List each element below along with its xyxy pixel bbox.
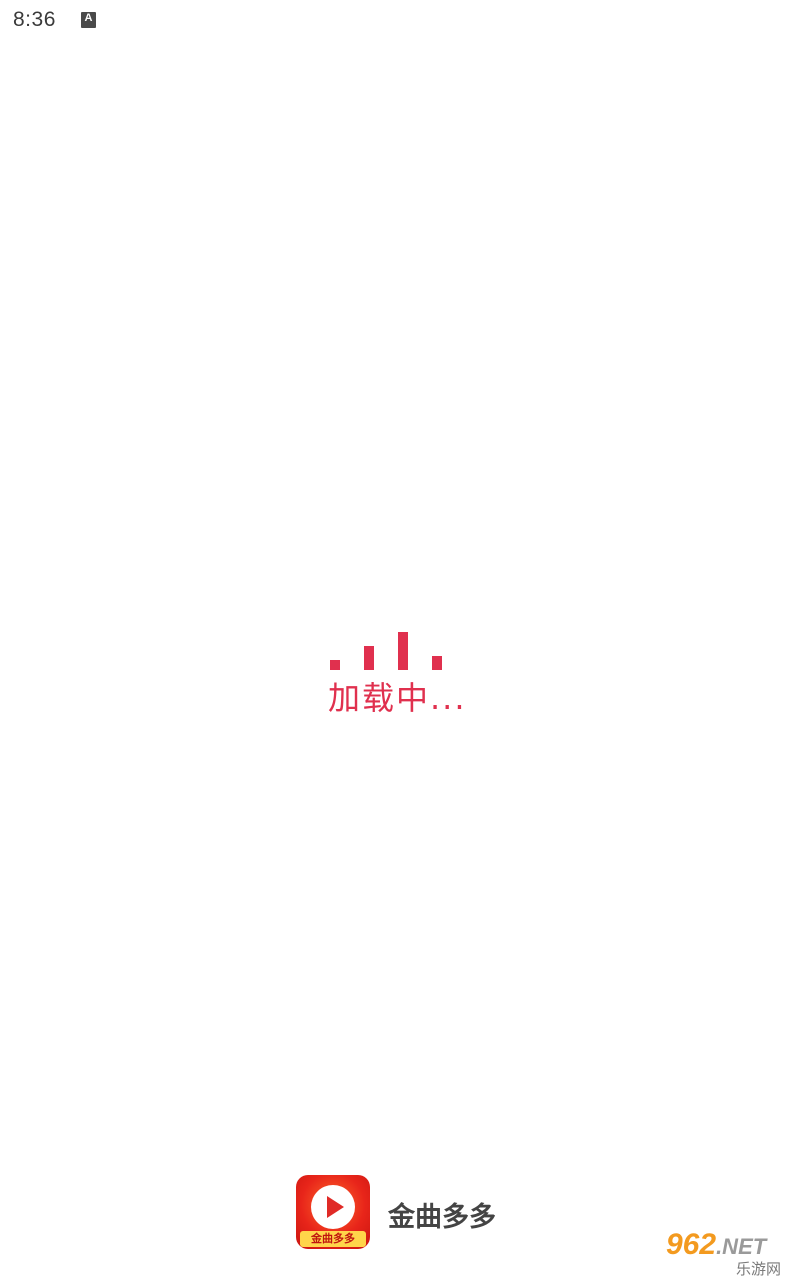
loading-text: 加载中... xyxy=(328,679,467,717)
equalizer-bar xyxy=(398,632,408,670)
equalizer-bars-icon xyxy=(330,620,450,670)
watermark-suffix: .NET xyxy=(716,1234,767,1259)
a-letter-icon: A xyxy=(81,12,96,28)
watermark-subtitle: 乐游网 xyxy=(736,1260,782,1278)
watermark: 962.NET 乐游网 xyxy=(660,1228,796,1278)
a-letter-glyph: A xyxy=(84,12,93,24)
brand-footer: 金曲多多 金曲多多 xyxy=(296,1175,536,1251)
status-bar: 8:36 A xyxy=(0,0,800,42)
equalizer-bar xyxy=(330,660,340,670)
watermark-number: 962 xyxy=(666,1228,717,1261)
equalizer-bar xyxy=(432,656,442,670)
app-name: 金曲多多 xyxy=(388,1202,496,1233)
status-time: 8:36 xyxy=(13,8,56,31)
equalizer-bar xyxy=(364,646,374,670)
splash-screen: 8:36 A 加载中... 金曲多多 金曲多多 962.NET 乐游网 xyxy=(0,0,800,1280)
logo-caption: 金曲多多 xyxy=(300,1231,366,1247)
play-button-logo-icon: 金曲多多 xyxy=(296,1175,370,1249)
loading-indicator: 加载中... xyxy=(0,610,800,720)
play-icon xyxy=(327,1196,344,1218)
watermark-logo: 962.NET xyxy=(666,1228,766,1262)
